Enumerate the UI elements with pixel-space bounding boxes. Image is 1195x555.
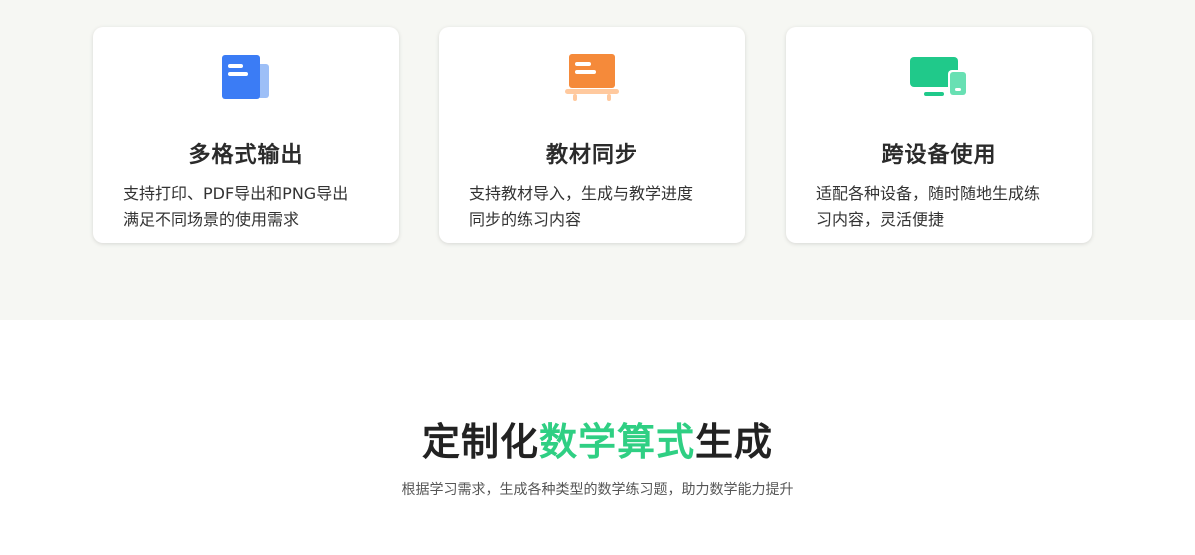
feature-title: 教材同步 xyxy=(545,143,638,168)
feature-title: 跨设备使用 xyxy=(881,143,997,168)
feature-description-line: 满足不同场景的使用需求 xyxy=(123,210,300,229)
devices-icon xyxy=(786,51,1092,103)
feature-card-textbook-sync: 教材同步 支持教材导入，生成与教学进度 同步的练习内容 xyxy=(439,27,745,243)
feature-title: 多格式输出 xyxy=(188,143,304,168)
feature-description: 支持教材导入，生成与教学进度 同步的练习内容 xyxy=(469,181,719,233)
feature-description-line: 同步的练习内容 xyxy=(469,210,582,229)
feature-description: 支持打印、PDF导出和PNG导出 满足不同场景的使用需求 xyxy=(123,181,373,233)
feature-description-line: 支持打印、PDF导出和PNG导出 xyxy=(123,184,349,203)
feature-description-line: 支持教材导入，生成与教学进度 xyxy=(469,184,694,203)
section-title-post: 生成 xyxy=(695,420,774,464)
feature-description-line: 适配各种设备，随时随地生成练 xyxy=(816,184,1041,203)
feature-card-multi-format: 多格式输出 支持打印、PDF导出和PNG导出 满足不同场景的使用需求 xyxy=(93,27,399,243)
section-title: 定制化数学算式生成 xyxy=(0,411,1195,466)
feature-card-cross-device: 跨设备使用 适配各种设备，随时随地生成练 习内容，灵活便捷 xyxy=(786,27,1092,243)
feature-description-line: 习内容，灵活便捷 xyxy=(816,210,945,229)
section-title-pre: 定制化 xyxy=(421,420,539,464)
section-title-accent: 数学算式 xyxy=(538,420,695,464)
section-subtitle: 根据学习需求，生成各种类型的数学练习题，助力数学能力提升 xyxy=(401,482,794,498)
feature-description: 适配各种设备，随时随地生成练 习内容，灵活便捷 xyxy=(816,181,1066,233)
document-copy-icon xyxy=(93,51,399,103)
blackboard-icon xyxy=(439,51,745,103)
